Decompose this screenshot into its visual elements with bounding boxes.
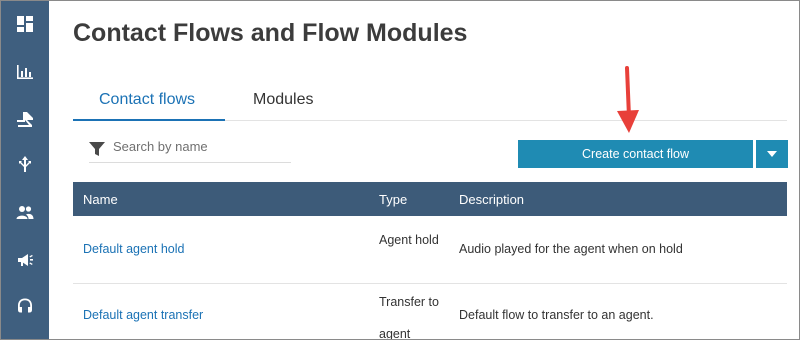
table-row: Default agent transfer Transfer to agent… [73,284,787,340]
flow-type: Transfer to agent [379,295,439,340]
sidebar [1,1,49,339]
app-window: Contact Flows and Flow Modules Contact f… [0,0,800,340]
headset-icon[interactable] [1,283,49,329]
annotation-arrow-icon [617,66,639,133]
flow-name-link[interactable]: Default agent hold [83,242,184,256]
active-tab-indicator [73,119,225,121]
campaigns-icon[interactable] [1,237,49,283]
users-icon[interactable] [1,189,49,235]
flows-icon[interactable] [1,141,49,187]
flow-name-link[interactable]: Default agent transfer [83,308,203,322]
page-title: Contact Flows and Flow Modules [73,19,468,47]
tab-bar: Contact flows Modules [73,79,787,121]
metrics-icon[interactable] [1,49,49,95]
column-header-name[interactable]: Name [83,192,118,207]
search-placeholder: Search by name [113,139,208,154]
create-options-dropdown-button[interactable] [756,140,788,168]
tab-contact-flows[interactable]: Contact flows [99,91,195,109]
caret-down-icon [767,151,777,157]
column-header-type[interactable]: Type [379,192,407,207]
table-row: Default agent hold Agent hold Audio play… [73,216,787,284]
routing-icon[interactable] [1,97,49,143]
flow-description: Default flow to transfer to an agent. [459,308,654,322]
flow-description: Audio played for the agent when on hold [459,242,683,256]
dashboard-icon[interactable] [1,1,49,47]
table-header: Name Type Description [73,182,787,216]
flow-type: Agent hold [379,233,439,247]
create-contact-flow-button[interactable]: Create contact flow [518,140,753,168]
search-input[interactable]: Search by name [89,135,291,163]
tab-modules[interactable]: Modules [253,91,313,109]
filter-icon [89,142,105,156]
column-header-description[interactable]: Description [459,192,524,207]
contact-flows-table: Name Type Description Default agent hold… [73,182,787,340]
